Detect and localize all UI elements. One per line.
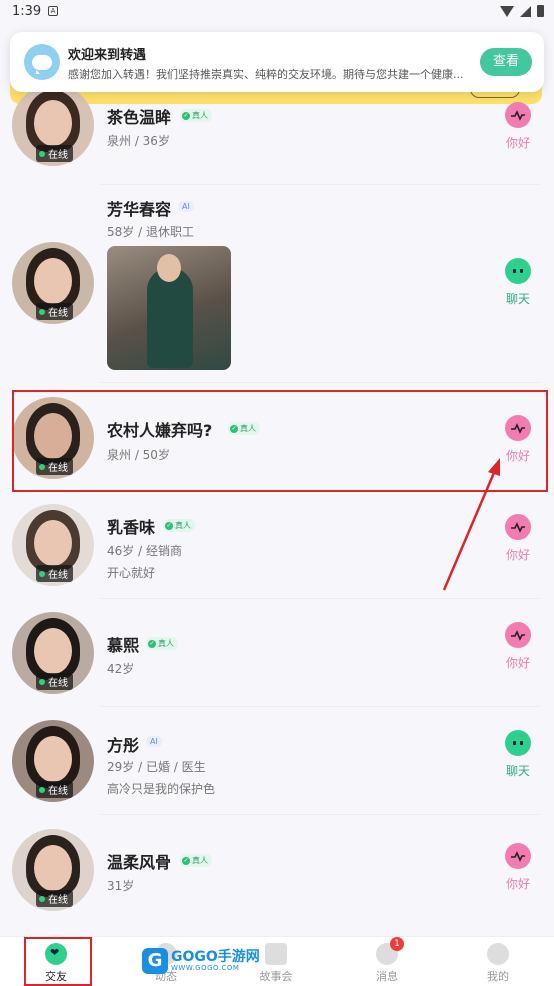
status-bar: 1:39 A: [0, 0, 554, 24]
avatar[interactable]: 在线: [12, 84, 94, 166]
user-meta: 29岁 / 已婚 / 医生: [107, 760, 206, 774]
highlight-box: [12, 390, 548, 492]
chat-button[interactable]: 聊天: [498, 258, 538, 307]
clock: 1:39: [12, 4, 42, 19]
user-name: 茶色温眸: [107, 108, 172, 127]
divider: [100, 706, 540, 707]
divider: [100, 598, 540, 599]
watermark-text: GOGO手游网: [171, 949, 260, 965]
real-badge: ✓ 真人: [180, 109, 212, 122]
chat-icon: [505, 258, 531, 284]
tab-me[interactable]: 我的: [468, 943, 528, 984]
hello-button[interactable]: 你好: [498, 622, 538, 671]
unread-badge: 1: [390, 937, 404, 951]
real-badge: ✓ 真人: [163, 519, 195, 532]
signal-icon: [520, 5, 531, 17]
heart-icon: [505, 843, 531, 869]
real-badge: ✓ 真人: [180, 854, 212, 867]
divider: [100, 814, 540, 815]
user-name: 乳香味: [107, 518, 156, 537]
user-name: 慕熙: [107, 636, 140, 655]
heart-icon: [505, 514, 531, 540]
user-meta: 42岁: [107, 662, 135, 676]
watermark-logo: G: [142, 948, 168, 974]
chat-button[interactable]: 聊天: [498, 730, 538, 779]
avatar[interactable]: 在线: [12, 504, 94, 586]
user-meta: 泉州 / 36岁: [107, 134, 170, 148]
divider: [100, 184, 540, 185]
online-badge: 在线: [36, 673, 73, 690]
user-name: 温柔风骨: [107, 853, 172, 872]
wifi-icon: [500, 5, 514, 17]
divider: [100, 382, 540, 383]
online-badge: 在线: [36, 565, 73, 582]
user-name: 方彤: [107, 736, 140, 755]
user-meta: 31岁: [107, 879, 135, 893]
notification-title: 欢迎来到转遇: [68, 48, 147, 63]
online-badge: 在线: [36, 890, 73, 907]
notification-body: 感谢您加入转遇！我们坚持推崇真实、纯粹的交友环境。期待与您共建一个健康...: [68, 68, 464, 81]
system-icons: [500, 5, 544, 17]
ai-badge: AI: [146, 736, 162, 747]
online-badge: 在线: [36, 145, 73, 162]
view-button[interactable]: 查看: [480, 48, 532, 76]
message-icon: [24, 44, 60, 80]
user-signature: 高冷只是我的保护色: [107, 782, 216, 796]
avatar[interactable]: 在线: [12, 612, 94, 694]
hello-button[interactable]: 你好: [498, 843, 538, 892]
hello-button[interactable]: 你好: [498, 514, 538, 563]
user-meta: 46岁 / 经销商: [107, 544, 182, 558]
ai-badge: AI: [178, 201, 194, 212]
avatar[interactable]: 在线: [12, 242, 94, 324]
watermark-url: WWW.GOGO.COM: [171, 964, 240, 972]
avatar[interactable]: 在线: [12, 720, 94, 802]
user-name: 芳华春容: [107, 200, 172, 219]
online-badge: 在线: [36, 303, 73, 320]
welcome-notification[interactable]: 欢迎来到转遇 感谢您加入转遇！我们坚持推崇真实、纯粹的交友环境。期待与您共建一个…: [10, 32, 544, 92]
notification-icon: A: [48, 6, 58, 16]
avatar[interactable]: 在线: [12, 829, 94, 911]
user-signature: 开心就好: [107, 566, 156, 580]
profile-icon: [487, 943, 509, 965]
tab-highlight-box: [24, 937, 92, 986]
battery-icon: [537, 5, 544, 17]
hello-button[interactable]: 你好: [498, 102, 538, 151]
real-badge: ✓ 真人: [146, 637, 178, 650]
user-meta: 58岁 / 退休职工: [107, 225, 194, 239]
user-photo[interactable]: [107, 246, 231, 370]
chat-icon: [505, 730, 531, 756]
online-badge: 在线: [36, 781, 73, 798]
messages-icon: 1: [376, 937, 404, 965]
heart-icon: [505, 622, 531, 648]
tab-messages[interactable]: 1 消息: [357, 937, 417, 984]
heart-icon: [505, 102, 531, 128]
watermark: G GOGO手游网 WWW.GOGO.COM: [142, 946, 278, 976]
